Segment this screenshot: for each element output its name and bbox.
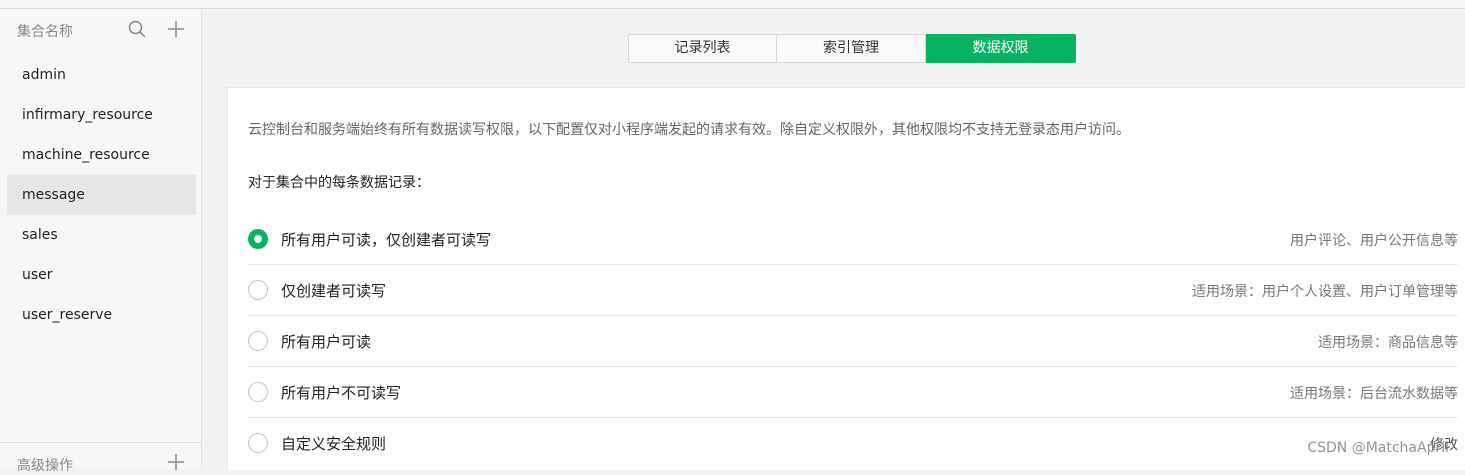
collection-item-admin[interactable]: admin — [7, 55, 196, 95]
collection-item-user[interactable]: user — [7, 255, 196, 295]
option-label: 所有用户不可读写 — [281, 384, 402, 402]
option-hint: 适用场景：用户个人设置、用户订单管理等 — [1192, 284, 1458, 300]
collection-item-machine-resource[interactable]: machine_resource — [7, 135, 196, 175]
collection-item-infirmary-resource[interactable]: infirmary_resource — [7, 95, 196, 135]
permission-option-custom-rules[interactable]: 自定义安全规则 修改 — [248, 418, 1458, 468]
radio-button[interactable] — [248, 331, 268, 351]
option-hint: 适用场景：后台流水数据等 — [1290, 386, 1458, 402]
collection-item-message[interactable]: message — [7, 175, 196, 215]
radio-button[interactable] — [248, 280, 268, 300]
tab-indexes[interactable]: 索引管理 — [777, 34, 926, 63]
permissions-description: 云控制台和服务端始终有所有数据读写权限，以下配置仅对小程序端发起的请求有效。除自… — [248, 122, 1130, 138]
sidebar-title: 集合名称 — [17, 24, 73, 40]
top-border — [0, 0, 1465, 9]
option-label: 仅创建者可读写 — [281, 282, 387, 300]
radio-button[interactable] — [248, 382, 268, 402]
option-hint: 适用场景：商品信息等 — [1318, 335, 1458, 351]
permissions-panel: 云控制台和服务端始终有所有数据读写权限，以下配置仅对小程序端发起的请求有效。除自… — [227, 87, 1465, 470]
collection-sidebar: 集合名称 admin infirmary_resource machine_re… — [0, 9, 202, 474]
collection-item-user-reserve[interactable]: user_reserve — [7, 295, 196, 335]
permission-option-creator-only[interactable]: 仅创建者可读写 适用场景：用户个人设置、用户订单管理等 — [248, 265, 1458, 316]
sidebar-header: 集合名称 — [0, 9, 201, 51]
tab-permissions[interactable]: 数据权限 — [926, 34, 1076, 63]
add-collection-icon[interactable] — [167, 20, 185, 38]
permission-option-no-access[interactable]: 所有用户不可读写 适用场景：后台流水数据等 — [248, 367, 1458, 418]
permission-option-public-read-creator-write[interactable]: 所有用户可读，仅创建者可读写 用户评论、用户公开信息等 — [248, 214, 1458, 265]
permission-option-public-read[interactable]: 所有用户可读 适用场景：商品信息等 — [248, 316, 1458, 367]
advanced-operations: 高级操作 — [0, 442, 201, 474]
radio-button[interactable] — [248, 433, 268, 453]
advanced-operations-title: 高级操作 — [17, 458, 73, 474]
search-icon[interactable] — [128, 20, 146, 38]
option-label: 所有用户可读 — [281, 333, 372, 351]
option-label: 自定义安全规则 — [281, 435, 387, 453]
view-tabs: 记录列表 索引管理 数据权限 — [628, 34, 1076, 63]
radio-button-selected[interactable] — [248, 229, 268, 249]
add-advanced-icon[interactable] — [167, 453, 185, 471]
option-label: 所有用户可读，仅创建者可读写 — [281, 231, 492, 249]
collection-item-sales[interactable]: sales — [7, 215, 196, 255]
option-hint: 用户评论、用户公开信息等 — [1290, 233, 1458, 249]
tab-records[interactable]: 记录列表 — [628, 34, 777, 63]
permissions-subtitle: 对于集合中的每条数据记录： — [248, 175, 430, 191]
watermark: CSDN @MatchaApril — [1307, 440, 1449, 456]
